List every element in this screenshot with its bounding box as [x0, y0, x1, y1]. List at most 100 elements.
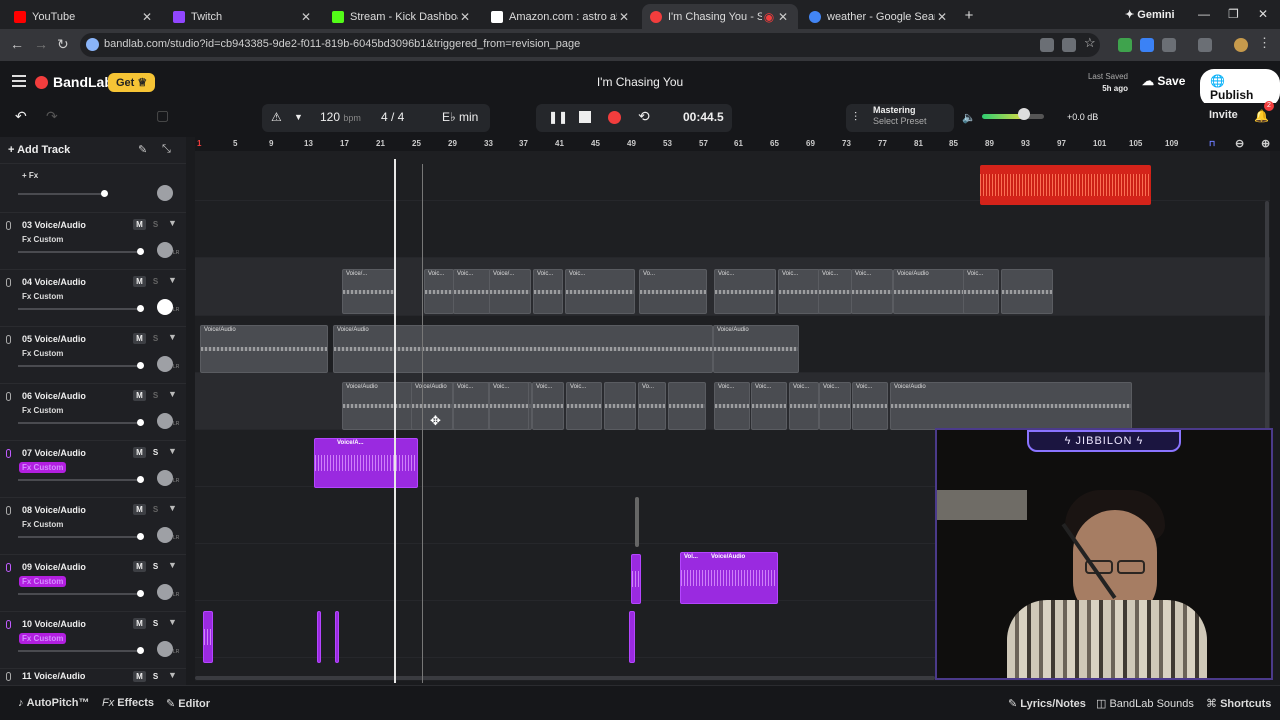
- volume-slider[interactable]: [18, 422, 142, 424]
- track-fx[interactable]: + Fx: [19, 170, 41, 181]
- mute-button[interactable]: M: [133, 618, 146, 629]
- track-row[interactable]: 09 Voice/Audio M S ▼ Fx Custom LR: [0, 554, 186, 611]
- solo-button[interactable]: S: [149, 618, 162, 629]
- chevron-down-icon[interactable]: ▼: [294, 112, 303, 122]
- volume-handle[interactable]: [137, 647, 144, 654]
- close-window-icon[interactable]: ✕: [1258, 7, 1268, 21]
- redo-icon[interactable]: ↷: [46, 108, 58, 125]
- track-name[interactable]: 03 Voice/Audio: [22, 220, 86, 230]
- track-row[interactable]: 03 Voice/Audio M S ▼ Fx Custom LR: [0, 212, 186, 269]
- audio-clip[interactable]: Voic...: [714, 382, 750, 430]
- volume-handle[interactable]: [137, 419, 144, 426]
- chevron-down-icon[interactable]: ▼: [168, 503, 177, 513]
- tab-amazon[interactable]: Amazon.com : astro a50x ✕: [483, 4, 639, 29]
- audio-clip[interactable]: [631, 554, 641, 604]
- invite-button[interactable]: Invite: [1209, 109, 1238, 121]
- extension-icon[interactable]: [1140, 38, 1154, 52]
- tab-youtube[interactable]: YouTube ✕: [6, 4, 162, 29]
- audio-clip[interactable]: Voic...: [424, 269, 454, 314]
- pan-knob[interactable]: LR: [157, 584, 179, 600]
- bandlab-sounds-button[interactable]: ◫ BandLab Sounds: [1096, 697, 1194, 710]
- volume-slider[interactable]: [18, 593, 142, 595]
- playhead[interactable]: [394, 159, 396, 683]
- pan-knob[interactable]: LR: [157, 299, 179, 315]
- track-name[interactable]: 06 Voice/Audio: [22, 391, 86, 401]
- pan-knob[interactable]: LR: [157, 242, 179, 258]
- track-fx[interactable]: Fx Custom: [19, 348, 66, 359]
- track-name[interactable]: 10 Voice/Audio: [22, 619, 86, 629]
- track-row[interactable]: 07 Voice/Audio M S ▼ Fx Custom LR: [0, 440, 186, 497]
- track-row[interactable]: 05 Voice/Audio M S ▼ Fx Custom LR: [0, 326, 186, 383]
- zoom-out-icon[interactable]: ⊖: [1235, 137, 1244, 150]
- audio-clip[interactable]: Voice/Audio: [200, 325, 328, 373]
- pan-knob[interactable]: LR: [157, 413, 179, 429]
- collapse-icon[interactable]: ⤡: [162, 143, 171, 156]
- tab-google[interactable]: weather - Google Search ✕: [801, 4, 957, 29]
- track-lane[interactable]: Voice/Audio Voice/Audio Voic... Voic... …: [195, 373, 1270, 430]
- mute-button[interactable]: M: [133, 671, 146, 682]
- close-icon[interactable]: ✕: [458, 10, 472, 24]
- volume-slider[interactable]: [18, 479, 142, 481]
- more-icon[interactable]: ⋮: [1258, 35, 1272, 50]
- forward-icon[interactable]: →: [34, 36, 48, 52]
- volume-slider[interactable]: [18, 251, 142, 253]
- audio-clip[interactable]: Voic...: [533, 269, 563, 314]
- lyrics-notes-button[interactable]: ✎ Lyrics/Notes: [1008, 697, 1086, 710]
- volume-handle[interactable]: [137, 248, 144, 255]
- volume-handle[interactable]: [137, 362, 144, 369]
- snap-magnet-icon[interactable]: ⊓: [1209, 139, 1215, 148]
- chevron-down-icon[interactable]: ▼: [168, 332, 177, 342]
- close-icon[interactable]: ✕: [299, 10, 313, 24]
- audio-clip[interactable]: Voice/...: [489, 269, 531, 314]
- track-lane[interactable]: [195, 201, 1270, 258]
- solo-button[interactable]: S: [149, 561, 162, 572]
- audio-clip[interactable]: Voice/...: [342, 269, 396, 314]
- audio-clip[interactable]: Voic...: [714, 269, 776, 314]
- volume-handle[interactable]: [137, 533, 144, 540]
- audio-clip[interactable]: Voic...: [751, 382, 787, 430]
- tab-bandlab-studio[interactable]: I'm Chasing You - Studio ◉ ✕: [642, 4, 798, 29]
- stop-icon[interactable]: [579, 111, 591, 123]
- chevron-down-icon[interactable]: ▼: [168, 446, 177, 456]
- zoom-in-icon[interactable]: ⊕: [1261, 137, 1270, 150]
- close-icon[interactable]: ✕: [617, 10, 631, 24]
- back-icon[interactable]: ←: [10, 36, 24, 52]
- audio-clip[interactable]: Voic...: [818, 269, 852, 314]
- audio-clip[interactable]: Voic...: [453, 269, 491, 314]
- mute-button[interactable]: M: [133, 333, 146, 344]
- volume-slider[interactable]: [18, 193, 104, 195]
- audio-clip[interactable]: [1001, 269, 1053, 314]
- pan-knob[interactable]: [157, 185, 173, 201]
- audio-clip[interactable]: Vol... Voice/Audio: [680, 552, 778, 604]
- close-icon[interactable]: ✕: [140, 10, 154, 24]
- mute-button[interactable]: M: [133, 219, 146, 230]
- undo-icon[interactable]: ↶: [15, 108, 27, 125]
- pan-knob[interactable]: LR: [157, 356, 179, 372]
- save-button[interactable]: ☁ Save: [1134, 70, 1193, 92]
- track-fx[interactable]: Fx Custom: [19, 234, 66, 245]
- pan-knob[interactable]: LR: [157, 641, 179, 657]
- track-name[interactable]: 08 Voice/Audio: [22, 505, 86, 515]
- track-row[interactable]: 06 Voice/Audio M S ▼ Fx Custom LR: [0, 383, 186, 440]
- audio-clip[interactable]: [604, 382, 636, 430]
- volume-handle[interactable]: [137, 476, 144, 483]
- audio-clip[interactable]: [635, 497, 639, 547]
- chevron-down-icon[interactable]: ▼: [168, 560, 177, 570]
- audio-clip[interactable]: Voic...: [565, 269, 635, 314]
- track-row[interactable]: 04 Voice/Audio M S ▼ Fx Custom LR: [0, 269, 186, 326]
- track-fx[interactable]: Fx Custom: [19, 462, 67, 473]
- audio-clip[interactable]: [335, 611, 339, 663]
- track-row[interactable]: 10 Voice/Audio M S ▼ Fx Custom LR: [0, 611, 186, 668]
- solo-button[interactable]: S: [149, 390, 162, 401]
- audio-clip[interactable]: Voic...: [851, 269, 893, 314]
- track-lane[interactable]: Voice/... Voic... Voic... Voice/... Voic…: [195, 258, 1270, 316]
- audio-clip[interactable]: Voic...: [819, 382, 851, 430]
- effects-button[interactable]: Fx Effects: [102, 697, 154, 709]
- pan-knob[interactable]: LR: [157, 527, 179, 543]
- reload-icon[interactable]: ↻: [57, 36, 69, 53]
- audio-clip[interactable]: Voic...: [963, 269, 999, 314]
- volume-slider[interactable]: [18, 308, 142, 310]
- tempo-field[interactable]: 120 bpm: [320, 110, 361, 124]
- tab-kick[interactable]: Stream - Kick Dashboard ✕: [324, 4, 480, 29]
- chevron-down-icon[interactable]: ▼: [168, 218, 177, 228]
